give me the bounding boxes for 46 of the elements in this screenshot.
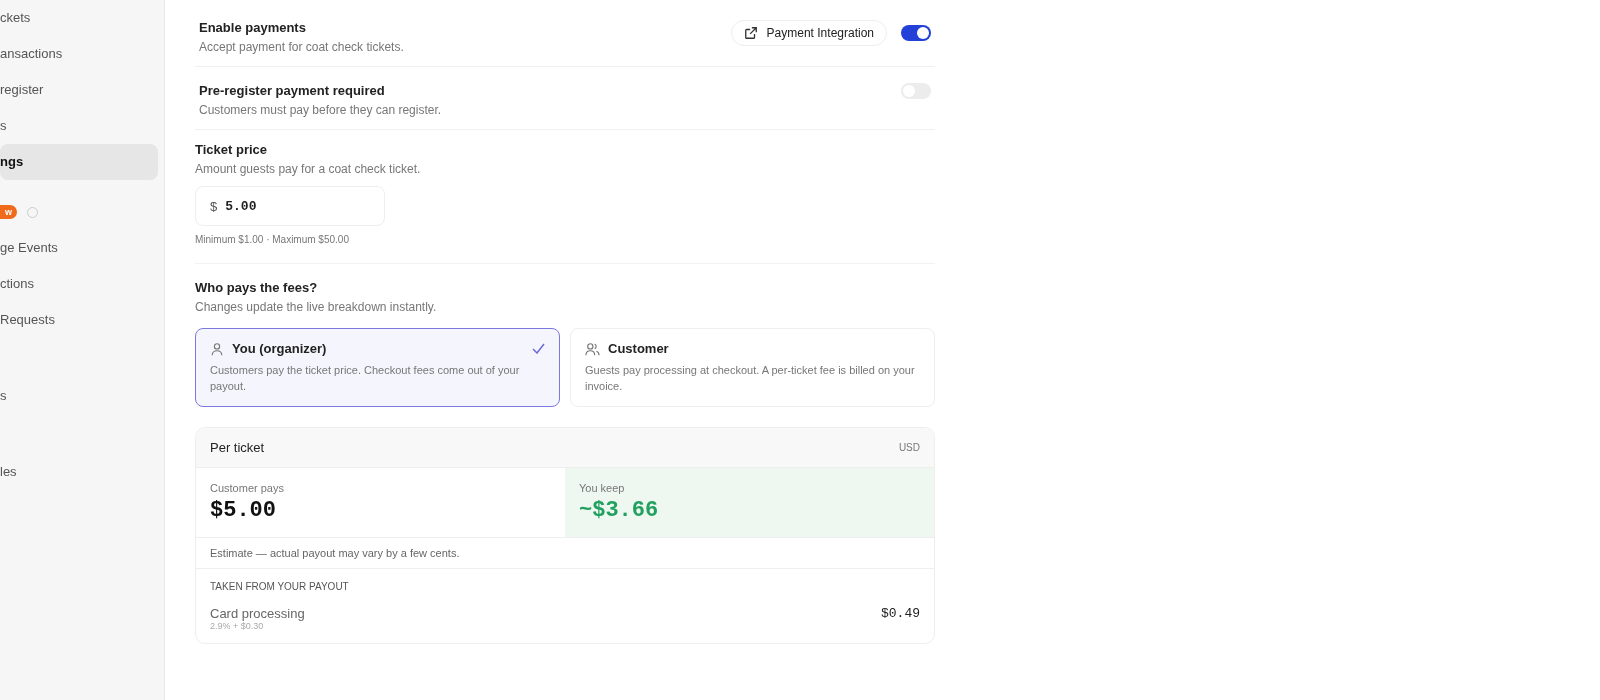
fee-name: Card processing <box>210 606 305 621</box>
checkmark-icon <box>532 343 545 354</box>
sidebar-item[interactable]: ge Events <box>0 230 158 266</box>
people-icon <box>585 341 600 356</box>
section-description: Changes update the live breakdown instantly. <box>195 300 438 314</box>
fee-rate: 2.9% + $0.30 <box>210 621 265 631</box>
section-title: Ticket price <box>195 142 269 157</box>
section-heading: TAKEN FROM YOUR PAYOUT <box>210 581 350 592</box>
section-title: Who pays the fees? <box>195 280 319 295</box>
section-description: Amount guests pay for a coat check ticket. <box>195 162 422 176</box>
new-badge: w <box>0 205 17 219</box>
price-input-field[interactable]: $ 5.00 <box>195 186 385 226</box>
external-link-icon <box>743 26 758 40</box>
option-description: Customers pay the ticket price. Checkout fees come out of your payout. <box>210 363 521 394</box>
sidebar-item[interactable]: s <box>0 378 158 414</box>
setting-description: Customers must pay before they can register. <box>199 103 442 117</box>
setting-title: Enable payments <box>199 20 307 35</box>
sidebar-item[interactable]: ngs <box>0 144 158 180</box>
price-value: 5.00 <box>225 198 257 214</box>
sidebar-item[interactable]: ckets <box>0 0 158 36</box>
amount-label: You keep <box>579 482 626 494</box>
option-title: You (organizer) <box>232 341 327 356</box>
currency-symbol: $ <box>210 198 218 214</box>
fee-amount: $0.49 <box>881 606 920 621</box>
card-title: Per ticket <box>210 440 265 455</box>
option-description: Guests pay processing at checkout. A per-ticket fee is billed on your invoice. <box>585 363 916 394</box>
sidebar-item[interactable]: ansactions <box>0 36 158 72</box>
amount-label: Customer pays <box>210 482 285 494</box>
fee-option-card[interactable]: Customer Guests pay processing at checkout. A per-ticket fee is billed on your invoice. <box>570 328 935 407</box>
setting-description: Accept payment for coat check tickets. <box>199 40 404 54</box>
setting-title: Pre-register payment required <box>199 83 386 98</box>
toggle-switch[interactable] <box>901 25 931 41</box>
sidebar-item[interactable]: ctions <box>0 266 158 302</box>
option-title: Customer <box>608 341 669 356</box>
sidebar-item[interactable]: s <box>0 108 158 144</box>
amount-value: $5.00 <box>210 498 277 523</box>
payment-integration-button[interactable]: Payment Integration <box>730 20 887 46</box>
person-icon <box>210 341 224 356</box>
estimate-note: Estimate — actual payout may vary by a few cents. <box>196 538 934 569</box>
fee-option-card[interactable]: You (organizer) Customers pay the ticket price. Checkout fees come out of your payout. <box>195 328 560 407</box>
currency-label: USD <box>898 442 920 453</box>
price-hint: Minimum $1.00 · Maximum $50.00 <box>195 234 350 245</box>
sidebar-item[interactable]: register <box>0 72 158 108</box>
sidebar-item[interactable]: les <box>0 454 158 490</box>
amount-value: ~$3.66 <box>579 498 660 523</box>
sidebar-item[interactable]: Requests <box>0 302 158 338</box>
